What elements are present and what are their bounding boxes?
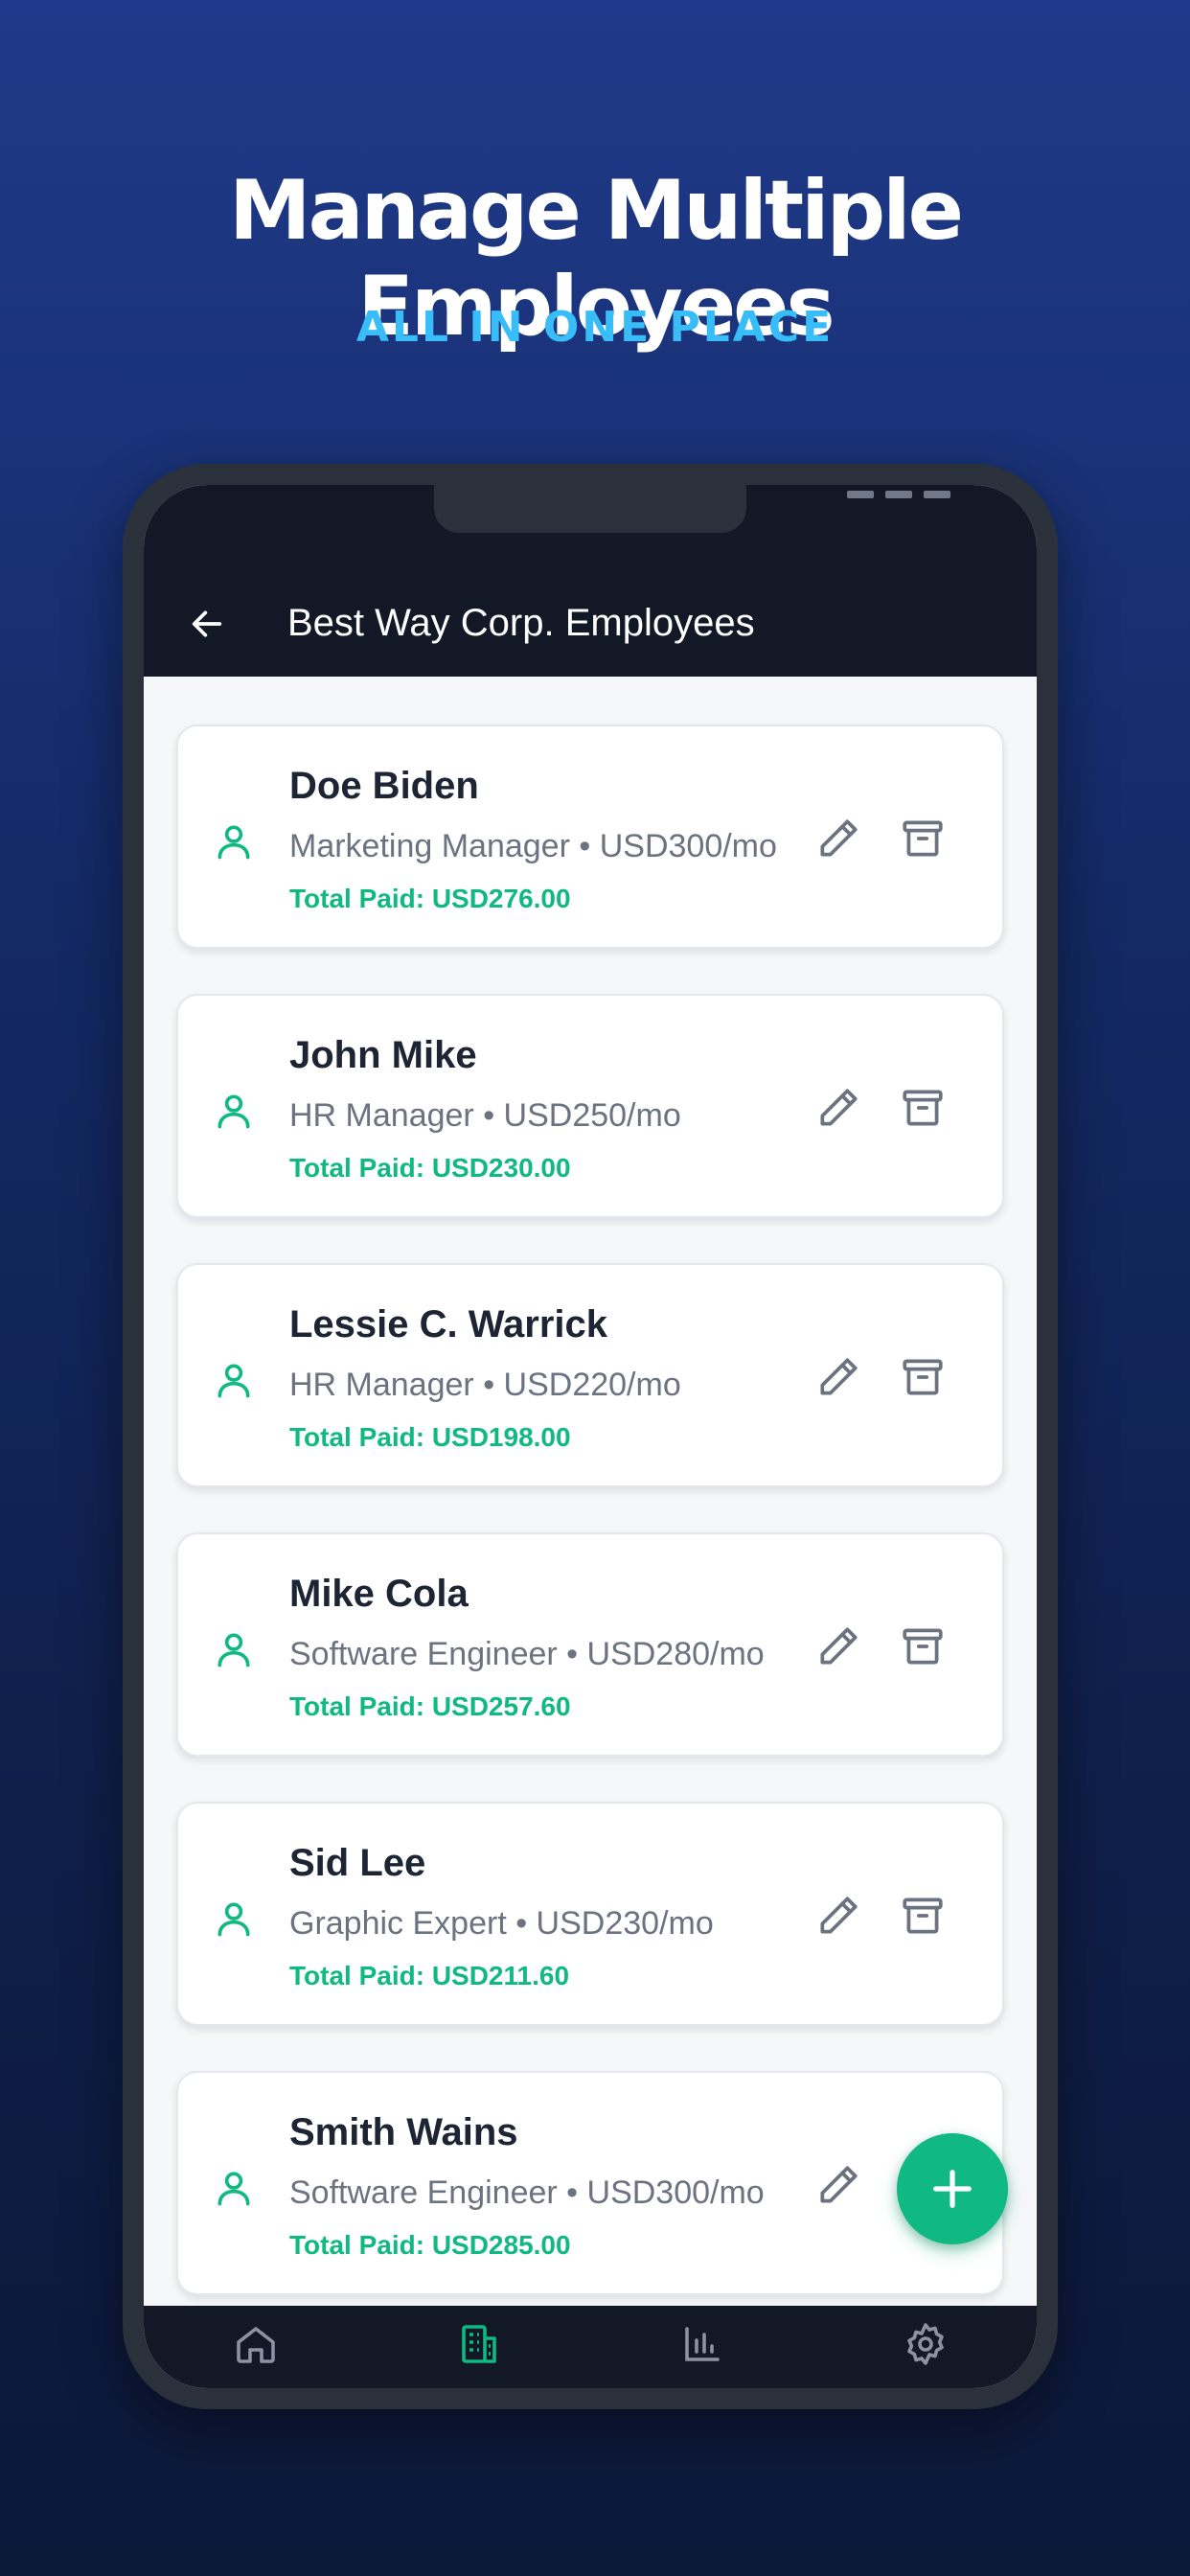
- user-icon: [217, 1902, 250, 1937]
- archive-icon[interactable]: [899, 1892, 947, 1940]
- bar-chart-icon: [684, 2327, 720, 2361]
- employee-total-paid: Total Paid: USD285.00: [289, 2230, 571, 2260]
- archive-icon[interactable]: [899, 1353, 947, 1401]
- nav-item-settings[interactable]: [899, 2317, 952, 2371]
- archive-icon[interactable]: [899, 815, 947, 862]
- gear-icon: [906, 2323, 944, 2365]
- employee-card[interactable]: Doe Biden Marketing Manager • USD300/mo …: [176, 724, 1004, 949]
- employee-list: Doe Biden Marketing Manager • USD300/mo …: [144, 677, 1037, 2325]
- user-icon: [217, 2172, 250, 2206]
- user-icon: [217, 1094, 250, 1129]
- employee-name: Mike Cola: [289, 1573, 469, 1615]
- phone-frame: Best Way Corp. Employees Doe Biden Marke…: [123, 464, 1058, 2409]
- employee-role-salary: HR Manager • USD250/mo: [289, 1097, 681, 1134]
- employee-role-salary: Marketing Manager • USD300/mo: [289, 828, 777, 864]
- employee-card[interactable]: Mike Cola Software Engineer • USD280/mo …: [176, 1532, 1004, 1757]
- pencil-icon[interactable]: [814, 1084, 862, 1132]
- employee-total-paid: Total Paid: USD276.00: [289, 884, 571, 913]
- employee-card[interactable]: Lessie C. Warrick HR Manager • USD220/mo…: [176, 1263, 1004, 1487]
- user-icon: [217, 1633, 250, 1668]
- arrow-left-icon: [192, 610, 222, 637]
- status-bar-icons: [847, 491, 950, 504]
- phone-notch: [434, 485, 746, 533]
- nav-item-employees[interactable]: [452, 2317, 506, 2371]
- employee-name: Smith Wains: [289, 2111, 518, 2153]
- archive-icon[interactable]: [899, 1084, 947, 1132]
- employee-name: Sid Lee: [289, 1842, 426, 1884]
- promo-subheadline: ALL IN ONE PLACE: [355, 303, 835, 352]
- employee-card[interactable]: John Mike HR Manager • USD250/mo Total P…: [176, 994, 1004, 1218]
- bottom-nav: [144, 2306, 1037, 2388]
- employee-total-paid: Total Paid: USD230.00: [289, 1153, 571, 1183]
- pencil-icon[interactable]: [814, 1622, 862, 1670]
- employee-total-paid: Total Paid: USD257.60: [289, 1691, 571, 1721]
- add-employee-button[interactable]: [897, 2133, 1008, 2244]
- building-icon: [461, 2325, 496, 2363]
- nav-item-home[interactable]: [229, 2317, 283, 2371]
- archive-icon[interactable]: [899, 1622, 947, 1670]
- pencil-icon[interactable]: [814, 1353, 862, 1401]
- home-icon: [236, 2327, 275, 2363]
- pencil-icon[interactable]: [814, 815, 862, 862]
- pencil-icon[interactable]: [814, 2161, 862, 2209]
- employee-card[interactable]: Sid Lee Graphic Expert • USD230/mo Total…: [176, 1802, 1004, 2026]
- plus-icon: [933, 2170, 972, 2208]
- phone-screen: Best Way Corp. Employees Doe Biden Marke…: [144, 485, 1037, 2388]
- employee-name: John Mike: [289, 1034, 477, 1076]
- employee-role-salary: HR Manager • USD220/mo: [289, 1367, 681, 1403]
- pencil-icon[interactable]: [814, 1892, 862, 1940]
- user-icon: [217, 825, 250, 860]
- employee-card[interactable]: Smith Wains Software Engineer • USD300/m…: [176, 2071, 1004, 2295]
- employee-name: Lessie C. Warrick: [289, 1303, 608, 1346]
- user-icon: [217, 1364, 250, 1398]
- page-title: Best Way Corp. Employees: [287, 602, 755, 644]
- employee-role-salary: Graphic Expert • USD230/mo: [289, 1905, 714, 1942]
- employee-total-paid: Total Paid: USD198.00: [289, 1422, 571, 1452]
- employee-name: Doe Biden: [289, 765, 479, 807]
- employee-total-paid: Total Paid: USD211.60: [289, 1961, 570, 1990]
- employee-role-salary: Software Engineer • USD300/mo: [289, 2174, 765, 2211]
- nav-item-reports[interactable]: [675, 2317, 729, 2371]
- back-button[interactable]: [178, 595, 236, 653]
- employee-role-salary: Software Engineer • USD280/mo: [289, 1636, 765, 1672]
